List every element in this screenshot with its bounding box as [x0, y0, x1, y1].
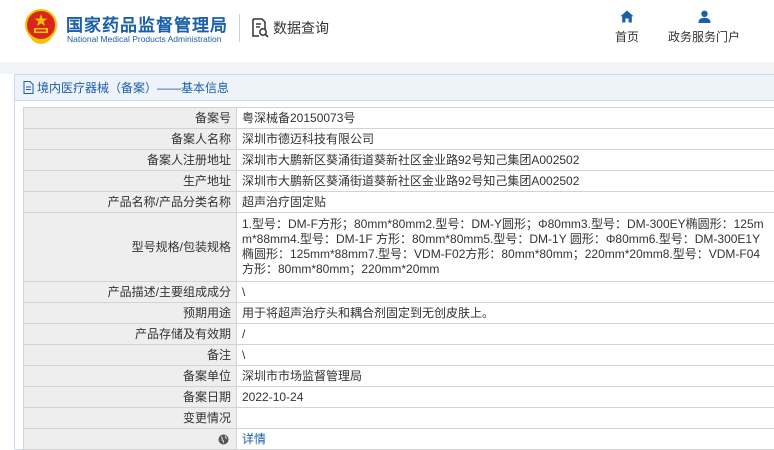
header-divider	[239, 14, 240, 42]
table-row: 产品存储及有效期 /	[23, 323, 774, 345]
user-icon	[698, 10, 710, 23]
field-label: 预期用途	[23, 302, 237, 324]
data-query-label: 数据查询	[273, 20, 329, 36]
field-value: \	[236, 281, 774, 303]
field-value: \	[236, 344, 774, 366]
detail-link[interactable]: 详情	[242, 432, 266, 446]
table-row: 备案日期 2022-10-24	[23, 386, 774, 408]
table-row: 产品名称/产品分类名称 超声治疗固定贴	[23, 191, 774, 213]
field-label: 备案单位	[23, 365, 237, 387]
field-label: 型号规格/包装规格	[23, 212, 237, 282]
record-panel: 境内医疗器械（备案）——基本信息 备案号 粤深械备20150073号 备案人名称…	[14, 74, 774, 450]
record-info-table: 备案号 粤深械备20150073号 备案人名称 深圳市德迈科技有限公司 备案人注…	[23, 107, 774, 450]
data-query-link[interactable]: 数据查询	[250, 15, 329, 41]
field-value: 超声治疗固定贴	[236, 191, 774, 213]
table-row: 备注 \	[23, 344, 774, 366]
header-band	[0, 62, 774, 74]
org-name-en: National Medical Products Administration	[67, 34, 222, 44]
field-value: 1.型号：DM-F方形；80mm*80mm2.型号：DM-Y圆形；Φ80mm3.…	[236, 212, 774, 282]
document-icon	[23, 81, 34, 94]
field-label: 产品名称/产品分类名称	[23, 191, 237, 213]
table-row: 备案人名称 深圳市德迈科技有限公司	[23, 128, 774, 150]
table-row: 详情	[23, 428, 774, 450]
field-label: 备案号	[23, 107, 237, 129]
globe-icon	[218, 434, 229, 444]
nav-home-label: 首页	[614, 30, 639, 44]
table-row: 预期用途 用于将超声治疗头和耦合剂固定到无创皮肤上。	[23, 302, 774, 324]
field-label: 产品存储及有效期	[23, 323, 237, 345]
field-value: 粤深械备20150073号	[236, 107, 774, 129]
field-label: 备案人注册地址	[23, 149, 237, 171]
field-label: 变更情况	[23, 407, 237, 429]
table-row: 产品描述/主要组成成分 \	[23, 281, 774, 303]
home-icon	[620, 10, 634, 23]
document-search-icon	[252, 18, 269, 38]
org-name-cn: 国家药品监督管理局	[66, 16, 228, 35]
field-value: 深圳市市场监督管理局	[236, 365, 774, 387]
field-value: 用于将超声治疗头和耦合剂固定到无创皮肤上。	[236, 302, 774, 324]
field-label: 备案日期	[23, 386, 237, 408]
field-label: 产品描述/主要组成成分	[23, 281, 237, 303]
field-value: 深圳市大鹏新区葵涌街道葵新社区金业路92号知己集团A002502	[236, 149, 774, 171]
table-row: 备案号 粤深械备20150073号	[23, 107, 774, 129]
field-value: 2022-10-24	[236, 386, 774, 408]
table-row: 型号规格/包装规格 1.型号：DM-F方形；80mm*80mm2.型号：DM-Y…	[23, 212, 774, 282]
nav-gov-label: 政务服务门户	[667, 30, 740, 44]
table-row: 生产地址 深圳市大鹏新区葵涌街道葵新社区金业路92号知己集团A002502	[23, 170, 774, 192]
field-value: 深圳市大鹏新区葵涌街道葵新社区金业路92号知己集团A002502	[236, 170, 774, 192]
field-label: 生产地址	[23, 170, 237, 192]
field-label: 备注	[23, 344, 237, 366]
field-label-detail	[23, 428, 237, 450]
field-value	[236, 407, 774, 429]
national-emblem-icon	[25, 9, 57, 44]
nav-gov-service-portal[interactable]: 政务服务门户	[664, 10, 744, 45]
nav-home[interactable]: 首页	[610, 10, 644, 45]
field-label: 备案人名称	[23, 128, 237, 150]
table-row: 变更情况	[23, 407, 774, 429]
panel-title-bar: 境内医疗器械（备案）——基本信息	[15, 75, 774, 101]
panel-title: 境内医疗器械（备案）——基本信息	[37, 81, 230, 95]
field-value: /	[236, 323, 774, 345]
field-value: 深圳市德迈科技有限公司	[236, 128, 774, 150]
table-row: 备案单位 深圳市市场监督管理局	[23, 365, 774, 387]
site-header: 国家药品监督管理局 National Medical Products Admi…	[0, 0, 774, 62]
field-value: 详情	[236, 428, 774, 450]
table-row: 备案人注册地址 深圳市大鹏新区葵涌街道葵新社区金业路92号知己集团A002502	[23, 149, 774, 171]
